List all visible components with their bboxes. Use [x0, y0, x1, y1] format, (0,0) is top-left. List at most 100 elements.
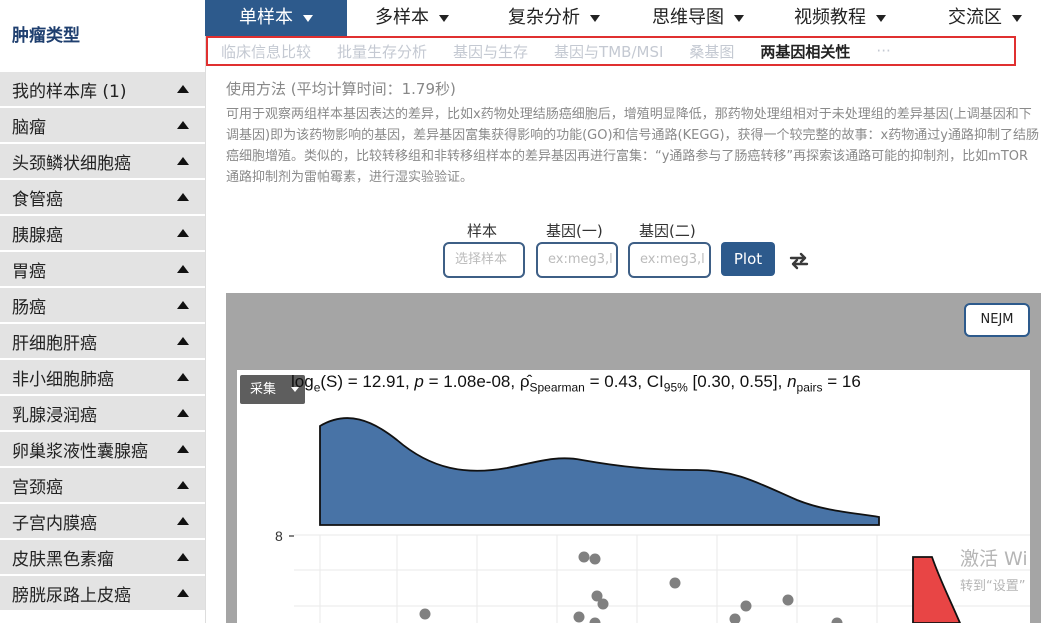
density-curve	[319, 417, 880, 526]
sidebar: 肿瘤类型 我的样本库 (1) 脑瘤头颈鳞状细胞癌 食管癌胰腺癌胃癌肠癌肝细胞肝癌非小…	[0, 0, 206, 623]
point	[740, 600, 752, 612]
point	[419, 608, 431, 620]
sidebar-item[interactable]: 卵巢浆液性囊腺癌	[0, 432, 205, 466]
sidebar-title: 肿瘤类型	[0, 0, 205, 72]
gene2-input[interactable]: ex:meg3,l	[628, 242, 711, 278]
chevron-down-icon	[734, 14, 744, 22]
sidebar-item[interactable]: 肠癌	[0, 288, 205, 322]
point	[669, 577, 681, 589]
chevron-up-icon	[177, 481, 189, 489]
tab-gene-survival[interactable]: 基因与生存	[440, 41, 541, 62]
sidebar-item-label: 胃癌	[12, 261, 46, 282]
sidebar-item[interactable]: 食管癌	[0, 180, 205, 214]
tab-more[interactable]: ···	[863, 42, 903, 60]
sidebar-list: 我的样本库 (1) 脑瘤头颈鳞状细胞癌 食管癌胰腺癌胃癌肠癌肝细胞肝癌非小细胞肺癌乳…	[0, 72, 205, 610]
sidebar-item-label: 胰腺癌	[12, 225, 63, 246]
chevron-up-icon	[177, 553, 189, 561]
nav-mind-map[interactable]: 思维导图	[652, 0, 744, 36]
stat-rho-value: = 0.43, CI	[584, 372, 664, 391]
sidebar-item-label: 脑瘤	[12, 117, 46, 138]
point	[831, 617, 843, 623]
point	[589, 553, 601, 565]
stat-ci-value: [0.30, 0.55],	[687, 372, 788, 391]
swap-icon[interactable]	[786, 248, 812, 274]
chevron-up-icon	[177, 373, 189, 381]
sidebar-item-label: 子宫内膜癌	[12, 513, 97, 534]
sidebar-item[interactable]: 子宫内膜癌	[0, 504, 205, 538]
sidebar-item[interactable]: 宫颈癌	[0, 468, 205, 502]
nav-label: 交流区	[948, 7, 1002, 28]
point	[573, 611, 585, 623]
stat-log: log	[291, 372, 314, 391]
sub-nav: 临床信息比较 批量生存分析 基因与生存 基因与TMB/MSI 桑基图 两基因相关…	[206, 36, 1016, 66]
nav-forum[interactable]: 交流区	[948, 0, 1022, 36]
sidebar-item-label: 肠癌	[12, 297, 46, 318]
collect-label: 采集	[250, 382, 277, 397]
nav-complex-analysis[interactable]: 复杂分析	[508, 0, 600, 36]
nav-label: 视频教程	[794, 7, 866, 28]
scatter-points	[419, 551, 843, 623]
chevron-up-icon	[177, 517, 189, 525]
gene2-label: 基因(二)	[639, 222, 696, 240]
plot-button[interactable]: Plot	[721, 242, 775, 276]
chevron-up-icon	[177, 589, 189, 597]
watermark-line1: 激活 Wi	[960, 548, 1028, 570]
chevron-up-icon	[177, 445, 189, 453]
gene1-label: 基因(一)	[546, 222, 603, 240]
y-tick-label: 8	[275, 528, 283, 544]
point	[578, 551, 590, 563]
nav-label: 多样本	[375, 7, 429, 28]
sidebar-item[interactable]: 肝细胞肝癌	[0, 324, 205, 358]
sidebar-item[interactable]: 皮肤黑色素瘤	[0, 540, 205, 574]
sidebar-item-label: 膀胱尿路上皮癌	[12, 585, 131, 606]
tab-two-gene-correlation[interactable]: 两基因相关性	[747, 41, 863, 62]
sidebar-item-label: 头颈鳞状细胞癌	[12, 153, 131, 174]
chevron-down-icon	[439, 14, 449, 22]
top-nav: 单样本 多样本 复杂分析 思维导图 视频教程 交流区	[205, 0, 1041, 36]
chevron-up-icon	[177, 301, 189, 309]
sidebar-item-label: 宫颈癌	[12, 477, 63, 498]
chevron-up-icon	[177, 409, 189, 417]
nav-single-sample[interactable]: 单样本	[205, 0, 347, 36]
sidebar-item-label: 食管癌	[12, 189, 63, 210]
sidebar-item-label: 我的样本库 (1)	[12, 81, 127, 102]
stat-p-value: = 1.08e-08,	[423, 372, 520, 391]
sidebar-item-label: 皮肤黑色素瘤	[12, 549, 114, 570]
sidebar-item[interactable]: 非小细胞肺癌	[0, 360, 205, 394]
usage-description: 可用于观察两组样本基因表达的差异，比如x药物处理结肠癌细胞后，增殖明显降低，那药…	[226, 107, 1039, 185]
chevron-up-icon	[177, 193, 189, 201]
tab-sankey[interactable]: 桑基图	[676, 41, 747, 62]
chevron-down-icon	[1012, 14, 1022, 22]
nav-multi-sample[interactable]: 多样本	[375, 0, 449, 36]
chevron-up-icon	[177, 121, 189, 129]
stat-n-value: = 16	[822, 372, 861, 391]
tab-clinical-compare[interactable]: 临床信息比较	[208, 41, 324, 62]
sidebar-item[interactable]: 头颈鳞状细胞癌	[0, 144, 205, 178]
sidebar-item[interactable]: 胰腺癌	[0, 216, 205, 250]
sidebar-item-label: 乳腺浸润癌	[12, 405, 97, 426]
watermark-line2: 转到“设置”	[960, 579, 1026, 594]
stat-n: n	[787, 372, 797, 391]
tab-gene-tmb-msi[interactable]: 基因与TMB/MSI	[541, 41, 676, 62]
sidebar-item[interactable]: 脑瘤	[0, 108, 205, 142]
nejm-style-button[interactable]: NEJM	[964, 303, 1030, 337]
stat-annotation: loge(S) = 12.91, p = 1.08e-08, ρ̂Spearma…	[291, 370, 906, 396]
sidebar-item[interactable]: 胃癌	[0, 252, 205, 286]
sidebar-item[interactable]: 膀胱尿路上皮癌	[0, 576, 205, 610]
chevron-up-icon	[177, 229, 189, 237]
tab-batch-survival[interactable]: 批量生存分析	[324, 41, 440, 62]
stat-p: p	[414, 372, 424, 391]
sidebar-item[interactable]: 乳腺浸润癌	[0, 396, 205, 430]
point	[729, 613, 741, 623]
nav-video-tutorial[interactable]: 视频教程	[794, 0, 886, 36]
sample-select[interactable]: 选择样本	[443, 242, 525, 278]
stat-ci-sub: 95%	[663, 380, 688, 395]
stat-s: (S) = 12.91,	[320, 372, 415, 391]
chevron-down-icon	[303, 14, 313, 22]
sidebar-item[interactable]: 我的样本库 (1)	[0, 72, 205, 106]
sidebar-item-label: 非小细胞肺癌	[12, 369, 114, 390]
sidebar-item-label: 卵巢浆液性囊腺癌	[12, 441, 148, 462]
stat-rho-sub: Spearman	[529, 380, 585, 395]
gene1-input[interactable]: ex:meg3,l	[536, 242, 618, 278]
windows-activation-watermark: 激活 Wi 转到“设置”	[960, 544, 1028, 594]
